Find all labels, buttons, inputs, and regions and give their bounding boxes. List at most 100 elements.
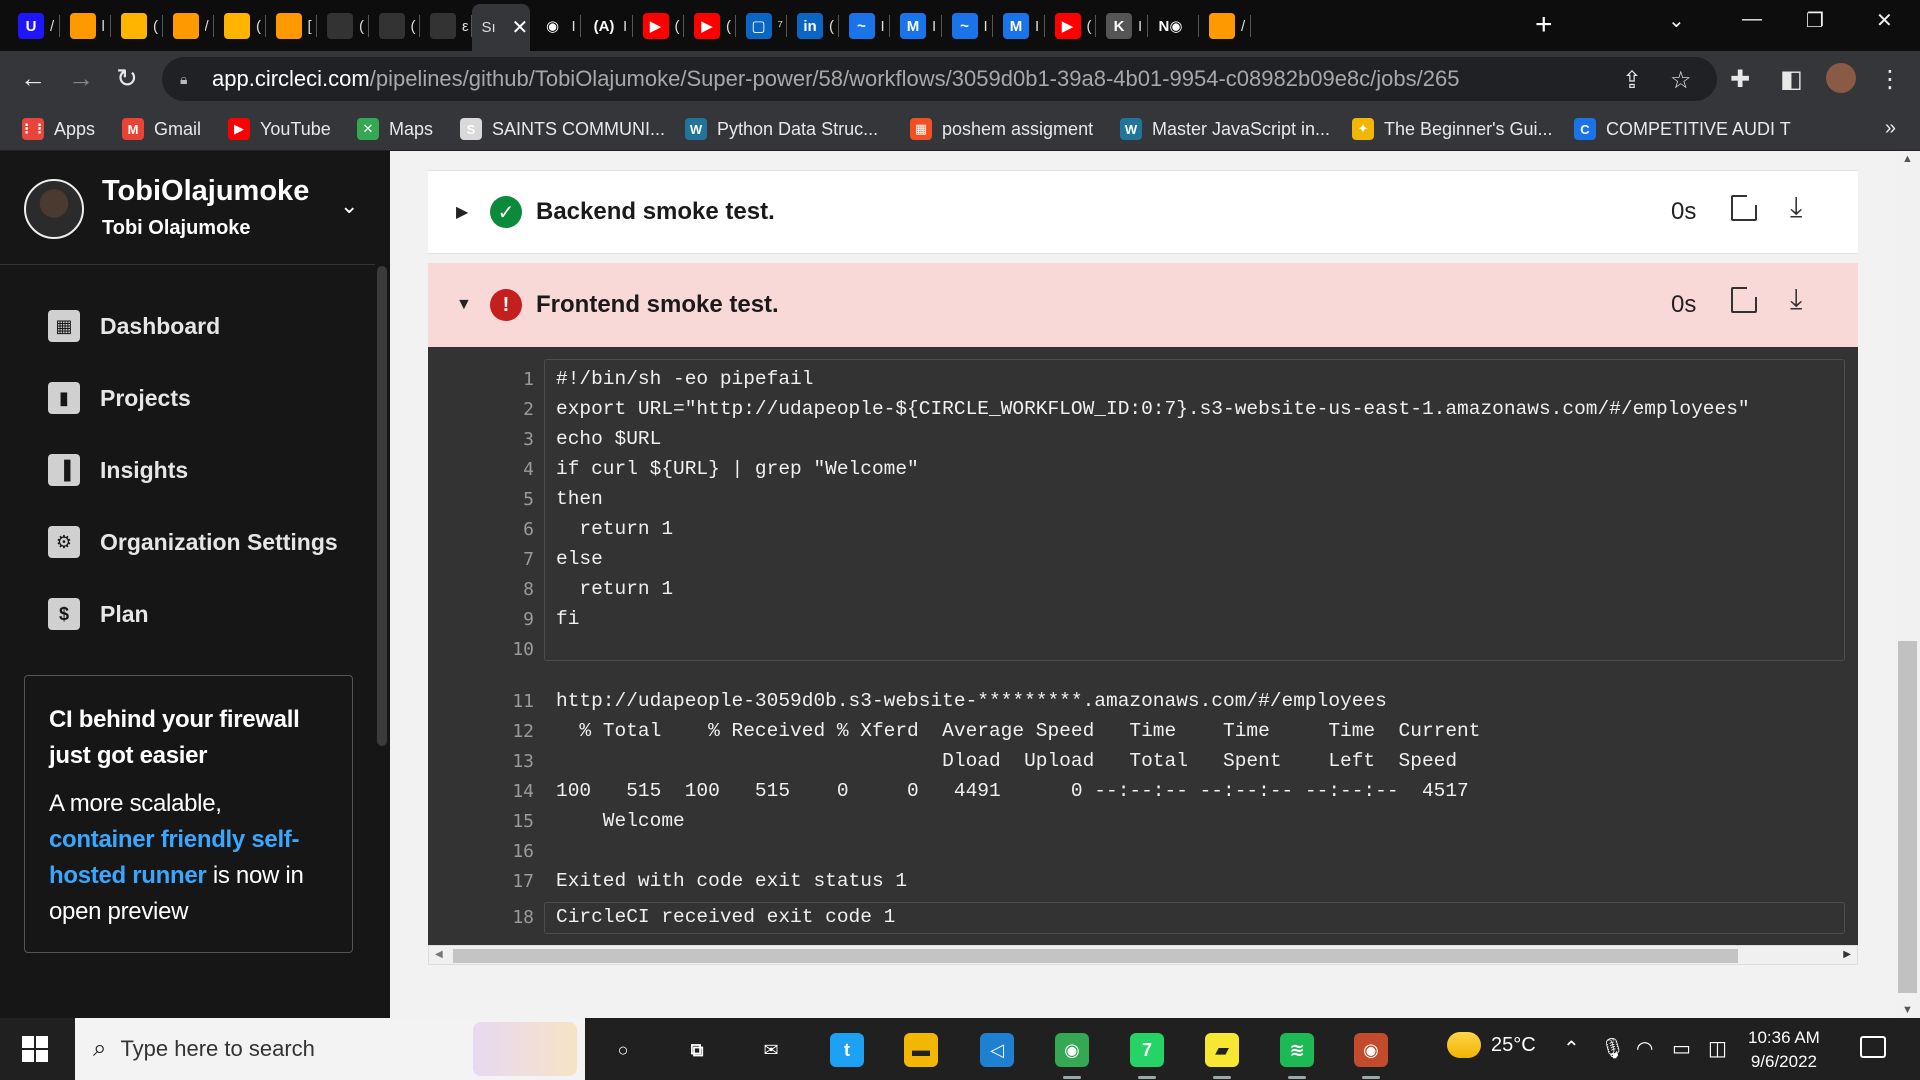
weather-widget[interactable]: 25°C xyxy=(1447,1032,1536,1058)
sidebar-item-dashboard[interactable]: ▦ Dashboard xyxy=(48,306,220,346)
close-tab-icon[interactable]: ✕ xyxy=(512,15,529,40)
taskbar-search[interactable]: ⌕ Type here to search xyxy=(75,1018,585,1080)
caret-down-icon[interactable]: ▼ xyxy=(456,296,472,314)
browser-tab[interactable]: ( xyxy=(214,9,266,43)
browser-tab[interactable]: ε xyxy=(420,9,472,43)
bookmark-item[interactable]: S SAINTS COMMUNI... xyxy=(460,114,665,144)
bookmark-item[interactable]: W Master JavaScript in... xyxy=(1120,114,1330,144)
cortana-icon[interactable]: ○ xyxy=(606,1033,640,1067)
whatsapp-icon[interactable]: 7 xyxy=(1130,1033,1164,1079)
new-tab-icon[interactable]: + xyxy=(1535,10,1553,40)
browser-tab[interactable]: N◉ xyxy=(1148,9,1199,43)
taskbar-clock[interactable]: 10:36 AM 9/6/2022 xyxy=(1748,1026,1820,1074)
back-icon[interactable]: ← xyxy=(20,63,46,93)
file-explorer-icon[interactable]: ▬ xyxy=(904,1033,938,1067)
chrome-profile-icon[interactable]: ◉ xyxy=(1354,1033,1388,1079)
tab-search-chevron-icon[interactable]: ⌄ xyxy=(1668,8,1685,33)
step-backend-smoke-test[interactable]: ▶ ✓ Backend smoke test. 0s ⤓ xyxy=(428,170,1858,254)
scroll-up-icon[interactable]: ▲ xyxy=(1902,153,1913,165)
notifications-icon[interactable] xyxy=(1860,1036,1886,1058)
mail-icon[interactable]: ✉ xyxy=(754,1033,788,1067)
bookmark-item[interactable]: C COMPETITIVE AUDI T xyxy=(1574,114,1791,144)
menu-kebab-icon[interactable]: ⋮ xyxy=(1878,65,1902,94)
battery-icon[interactable]: ▭ xyxy=(1672,1036,1691,1061)
scrollbar-thumb[interactable] xyxy=(453,949,1738,963)
browser-tab[interactable]: MI xyxy=(993,9,1045,43)
bookmark-item[interactable]: M Gmail xyxy=(122,114,201,144)
browser-tab[interactable]: U / xyxy=(8,9,60,43)
sidebar-scrollbar[interactable] xyxy=(377,266,387,746)
browser-tab[interactable]: ( xyxy=(111,9,163,43)
sidebar-item-projects[interactable]: ▮ Projects xyxy=(48,378,191,418)
twitter-icon[interactable]: t xyxy=(830,1033,864,1067)
browser-tab[interactable]: Sı ✕ xyxy=(471,4,530,51)
open-external-icon[interactable] xyxy=(1731,193,1759,221)
open-external-icon[interactable] xyxy=(1731,285,1759,313)
task-view-icon[interactable]: ⧉ xyxy=(680,1033,714,1067)
browser-tab[interactable]: ( xyxy=(369,9,420,43)
org-switcher[interactable]: TobiOlajumoke Tobi Olajumoke ⌄ xyxy=(0,151,375,265)
bookmark-item[interactable]: W Python Data Struc... xyxy=(685,114,878,144)
bookmark-item[interactable]: ▦ poshem assigment xyxy=(910,114,1093,144)
vscode-icon[interactable]: ◁ xyxy=(980,1033,1014,1067)
browser-tab[interactable]: / xyxy=(163,9,214,43)
browser-tab[interactable]: ▶( xyxy=(633,9,684,43)
side-panel-icon[interactable]: ◧ xyxy=(1780,65,1803,94)
bookmark-item[interactable]: ▶ YouTube xyxy=(228,114,331,144)
bookmark-star-icon[interactable]: ☆ xyxy=(1670,66,1692,95)
step-frontend-smoke-test[interactable]: ▼ ! Frontend smoke test. 0s ⤓ xyxy=(428,263,1858,347)
browser-tab[interactable]: / xyxy=(1199,9,1251,43)
chrome-icon[interactable]: ◉ xyxy=(1055,1033,1089,1079)
forward-icon[interactable]: → xyxy=(68,63,94,93)
browser-tab[interactable]: ▶( xyxy=(684,9,736,43)
bookmark-item[interactable]: ✦ The Beginner's Gui... xyxy=(1352,114,1553,144)
profile-avatar[interactable] xyxy=(1826,63,1856,93)
browser-tab[interactable]: MI xyxy=(890,9,942,43)
browser-tab[interactable]: ( xyxy=(317,9,369,43)
page-vertical-scrollbar[interactable]: ▲ ▼ xyxy=(1895,151,1920,1018)
browser-tab[interactable]: ~ I xyxy=(839,9,890,43)
sticky-notes-icon[interactable]: ▰ xyxy=(1205,1033,1239,1079)
address-bar[interactable]: 🔒︎ app.circleci.com/pipelines/github/Tob… xyxy=(162,57,1717,101)
browser-tab[interactable]: [ xyxy=(266,9,317,43)
reload-icon[interactable]: ↻ xyxy=(116,63,138,93)
browser-tab[interactable]: ▢ ⁷ xyxy=(736,9,787,43)
scroll-down-icon[interactable]: ▼ xyxy=(1902,1004,1913,1016)
browser-tab[interactable]: ▶( xyxy=(1045,9,1096,43)
caret-right-icon[interactable]: ▶ xyxy=(456,202,468,222)
bookmark-item[interactable]: ⋮⋮ Apps xyxy=(20,114,96,144)
browser-tab[interactable]: ~ I xyxy=(942,9,993,43)
browser-tab[interactable]: l xyxy=(60,9,111,43)
close-window-icon[interactable]: ✕ xyxy=(1876,8,1893,33)
microphone-icon[interactable]: 🎙︎ xyxy=(1600,1036,1625,1061)
download-icon[interactable]: ⤓ xyxy=(1790,191,1802,224)
share-icon[interactable]: ⇪ xyxy=(1622,66,1642,95)
chevron-down-icon[interactable]: ⌄ xyxy=(340,193,358,219)
horizontal-scrollbar[interactable]: ◀ ▶ xyxy=(428,945,1858,965)
scrollbar-thumb[interactable] xyxy=(1898,641,1917,993)
bookmark-item[interactable]: ✕ Maps xyxy=(357,114,433,144)
browser-tab[interactable]: in ( xyxy=(787,9,839,43)
scroll-left-icon[interactable]: ◀ xyxy=(435,949,443,960)
lock-icon[interactable]: 🔒︎ xyxy=(180,71,200,88)
sidebar-item-insights[interactable]: ▐ Insights xyxy=(48,450,188,490)
tray-chevron-up-icon[interactable]: ⌃ xyxy=(1563,1036,1580,1061)
bookmarks-more-button[interactable]: » xyxy=(1885,117,1896,140)
wifi-icon[interactable]: ◠ xyxy=(1636,1036,1653,1061)
sidebar-item-organization-settings[interactable]: ⚙ Organization Settings xyxy=(48,522,338,562)
restore-icon[interactable]: ❐ xyxy=(1806,8,1824,33)
browser-tab[interactable]: KI xyxy=(1096,9,1148,43)
volume-icon[interactable]: ◫ xyxy=(1708,1036,1727,1061)
windows-start-icon[interactable] xyxy=(22,1036,48,1062)
bookmark-label: Apps xyxy=(54,118,96,139)
download-icon[interactable]: ⤓ xyxy=(1790,283,1802,316)
extensions-icon[interactable]: ✚ xyxy=(1730,65,1750,94)
browser-tab[interactable]: ◉ I xyxy=(530,9,581,43)
scroll-right-icon[interactable]: ▶ xyxy=(1843,949,1851,960)
browser-tab[interactable]: (A) I xyxy=(581,9,633,43)
url-text[interactable]: app.circleci.com/pipelines/github/TobiOl… xyxy=(212,66,1459,92)
minimize-icon[interactable]: — xyxy=(1742,8,1762,31)
sidebar-item-plan[interactable]: $ Plan xyxy=(48,594,149,634)
output-line: else xyxy=(556,548,603,570)
spotify-icon[interactable]: ≋ xyxy=(1280,1033,1314,1079)
